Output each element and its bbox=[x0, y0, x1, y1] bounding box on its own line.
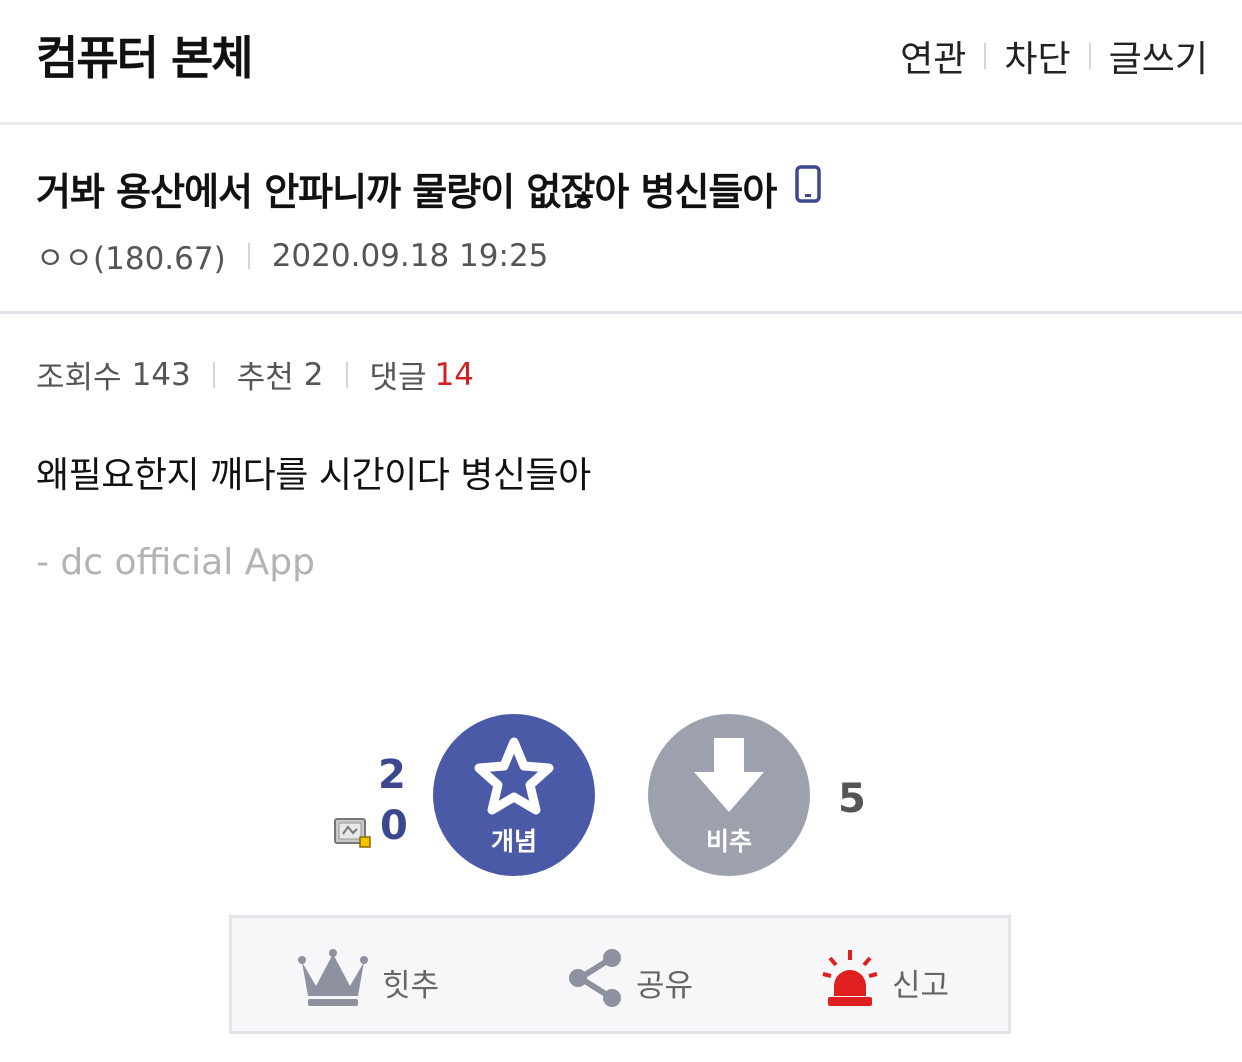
fixed-nick-icon bbox=[334, 817, 372, 853]
hit-recommend-button[interactable]: 힛추 bbox=[298, 948, 439, 1016]
post-meta: ㅇㅇ(180.67) 2020.09.18 19:25 bbox=[36, 233, 548, 278]
post-stats: 조회수 143 추천 2 댓글 14 bbox=[36, 352, 474, 397]
downvote-button[interactable]: 비추 bbox=[648, 714, 810, 876]
hit-recommend-label: 힛추 bbox=[382, 967, 440, 1004]
downvote-label: 비추 bbox=[705, 827, 752, 856]
stats-divider bbox=[212, 361, 215, 388]
action-bar: 힛추 공유 신고 bbox=[229, 915, 1011, 1034]
vote-area: 2 0 개념 비추 5 bbox=[0, 700, 1242, 890]
star-icon bbox=[474, 737, 554, 815]
meta-divider bbox=[247, 242, 250, 269]
menu-divider bbox=[1088, 43, 1091, 69]
comments-label[interactable]: 댓글 bbox=[370, 352, 427, 397]
share-icon bbox=[568, 948, 622, 1016]
recommend-label: 추천 bbox=[236, 360, 294, 396]
down-arrow-icon bbox=[694, 738, 764, 812]
report-button[interactable]: 신고 bbox=[822, 948, 949, 1016]
author-name[interactable]: ㅇㅇ(180.67) bbox=[36, 233, 226, 278]
share-label: 공유 bbox=[636, 967, 694, 1004]
upvote-label: 개념 bbox=[490, 827, 537, 856]
comments-count[interactable]: 14 bbox=[435, 357, 474, 393]
gallery-title[interactable]: 컴퓨터 본체 bbox=[36, 22, 254, 88]
share-button[interactable]: 공유 bbox=[568, 948, 693, 1016]
related-link[interactable]: 연관 bbox=[900, 30, 966, 82]
recommend-count: 2 bbox=[303, 356, 324, 393]
report-label: 신고 bbox=[892, 967, 950, 1004]
post-header: 거봐 용산에서 안파니까 물량이 없잖아 병신들아 ㅇㅇ(180.67) 202… bbox=[0, 125, 1242, 314]
block-link[interactable]: 차단 bbox=[1004, 30, 1070, 82]
write-link[interactable]: 글쓰기 bbox=[1109, 30, 1208, 82]
post-title-text: 거봐 용산에서 안파니까 물량이 없잖아 병신들아 bbox=[36, 170, 777, 214]
siren-icon bbox=[822, 948, 878, 1016]
fixed-vote-count: 0 bbox=[380, 803, 408, 849]
crown-icon bbox=[298, 948, 368, 1016]
mobile-icon bbox=[794, 165, 822, 212]
down-vote-count: 5 bbox=[838, 776, 866, 822]
post-signature: - dc official App bbox=[36, 542, 315, 583]
post-datetime: 2020.09.18 19:25 bbox=[271, 237, 549, 274]
post-title: 거봐 용산에서 안파니까 물량이 없잖아 병신들아 bbox=[36, 161, 822, 216]
menu-divider bbox=[984, 43, 987, 69]
upvote-button[interactable]: 개념 bbox=[433, 714, 595, 876]
views-label: 조회수 bbox=[36, 360, 122, 396]
post-body: 왜필요한지 깨다를 시간이다 병신들아 bbox=[36, 455, 591, 496]
header-menu: 연관 차단 글쓰기 bbox=[900, 30, 1208, 82]
stats-divider bbox=[345, 361, 348, 388]
up-vote-count: 2 bbox=[378, 752, 406, 798]
top-header: 컴퓨터 본체 연관 차단 글쓰기 bbox=[0, 0, 1242, 125]
views-count: 143 bbox=[131, 356, 191, 393]
